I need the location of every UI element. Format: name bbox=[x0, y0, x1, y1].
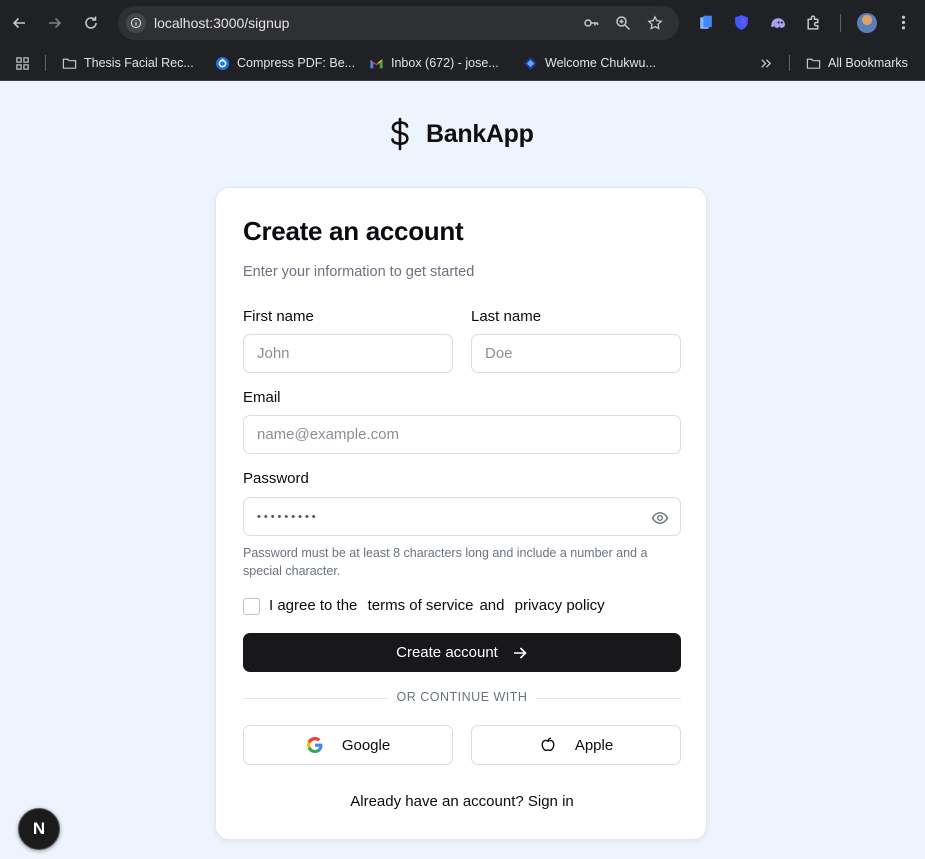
first-name-label: First name bbox=[243, 308, 314, 325]
last-name-label: Last name bbox=[471, 308, 542, 325]
bookmarks-bar: Thesis Facial Rec... Compress PDF: Be...… bbox=[0, 46, 925, 81]
signin-link[interactable]: Sign in bbox=[528, 793, 574, 810]
bookmark-item[interactable]: Inbox (672) - jose... bbox=[369, 54, 499, 72]
apple-icon bbox=[541, 737, 555, 752]
terms-link[interactable]: terms of service bbox=[368, 597, 474, 614]
apple-label: Apple bbox=[574, 736, 614, 754]
email-input[interactable] bbox=[243, 415, 681, 454]
shield-extension-icon[interactable] bbox=[731, 12, 751, 32]
card-subtitle: Enter your information to get started bbox=[243, 264, 475, 280]
ghost-extension-icon[interactable] bbox=[767, 12, 787, 32]
divider-line bbox=[536, 698, 681, 699]
bookmark-item[interactable]: Compress PDF: Be... bbox=[215, 54, 355, 72]
brand-name: BankApp bbox=[426, 119, 534, 148]
google-icon bbox=[306, 737, 323, 753]
site-info-icon[interactable] bbox=[126, 13, 146, 33]
url-text[interactable]: localhost:3000/signup bbox=[154, 15, 289, 31]
address-bar[interactable]: localhost:3000/signup bbox=[118, 6, 679, 40]
first-name-input[interactable] bbox=[243, 334, 453, 373]
zoom-icon[interactable] bbox=[614, 14, 632, 32]
bookmark-label: Inbox (672) - jose... bbox=[391, 56, 499, 70]
reload-icon bbox=[85, 16, 97, 29]
bookmarks-divider bbox=[45, 55, 46, 71]
signin-text: Already have an account? bbox=[350, 793, 524, 810]
bookmark-label: Compress PDF: Be... bbox=[237, 56, 356, 70]
email-label: Email bbox=[243, 389, 281, 406]
terms-checkbox[interactable] bbox=[243, 598, 260, 615]
password-label: Password bbox=[243, 470, 309, 487]
google-button[interactable]: Google bbox=[243, 725, 453, 765]
docs-extension-icon[interactable] bbox=[695, 12, 715, 32]
back-button[interactable] bbox=[5, 9, 33, 37]
compress-pdf-icon bbox=[215, 56, 230, 70]
dollar-icon bbox=[391, 117, 409, 151]
bookmarks-divider bbox=[789, 55, 790, 71]
bookmark-label: Welcome Chukwu... bbox=[545, 56, 656, 70]
create-account-button[interactable]: Create account bbox=[243, 633, 681, 672]
last-name-input[interactable] bbox=[471, 334, 681, 373]
terms-agreement: I agree to the terms of service and priva… bbox=[269, 597, 611, 614]
show-password-toggle[interactable] bbox=[650, 508, 670, 528]
folder-icon bbox=[62, 58, 77, 69]
arrow-right-icon bbox=[49, 17, 62, 29]
privacy-link[interactable]: privacy policy bbox=[515, 597, 605, 614]
apple-button[interactable]: Apple bbox=[471, 725, 681, 765]
create-account-label: Create account bbox=[396, 644, 498, 661]
key-icon[interactable] bbox=[582, 14, 600, 32]
extensions-puzzle-icon[interactable] bbox=[803, 12, 823, 32]
forward-button[interactable] bbox=[41, 9, 69, 37]
signup-card: Create an account Enter your information… bbox=[215, 187, 707, 840]
toolbar-divider bbox=[840, 14, 841, 32]
brand-header: BankApp bbox=[386, 117, 534, 151]
star-icon[interactable] bbox=[646, 14, 664, 32]
all-bookmarks-label: All Bookmarks bbox=[828, 56, 908, 70]
agree-and: and bbox=[479, 597, 505, 614]
google-label: Google bbox=[341, 736, 391, 754]
agree-prefix: I agree to the bbox=[269, 597, 358, 614]
all-bookmarks-button[interactable]: All Bookmarks bbox=[806, 54, 908, 72]
password-input[interactable] bbox=[243, 497, 681, 536]
apps-grid-icon[interactable] bbox=[15, 54, 30, 72]
divider-text: OR CONTINUE WITH bbox=[396, 690, 528, 704]
nextjs-dev-badge[interactable]: N bbox=[18, 808, 60, 850]
double-chevron-icon bbox=[761, 58, 772, 68]
signin-prompt: Already have an account? Sign in bbox=[216, 793, 708, 810]
menu-kebab-icon[interactable] bbox=[893, 12, 913, 32]
folder-icon bbox=[806, 58, 821, 69]
bookmark-label: Thesis Facial Rec... bbox=[84, 56, 194, 70]
reload-button[interactable] bbox=[77, 9, 105, 37]
diamond-icon bbox=[523, 56, 538, 70]
arrow-left-icon bbox=[12, 17, 25, 29]
bookmark-item[interactable]: Thesis Facial Rec... bbox=[62, 54, 194, 72]
more-bookmarks-button[interactable] bbox=[758, 54, 773, 72]
divider-line bbox=[243, 698, 388, 699]
profile-avatar[interactable] bbox=[857, 13, 877, 33]
arrow-right-icon bbox=[513, 646, 527, 659]
gmail-icon bbox=[370, 59, 383, 68]
card-title: Create an account bbox=[243, 216, 464, 246]
password-hint: Password must be at least 8 characters l… bbox=[243, 546, 648, 578]
browser-toolbar: localhost:3000/signup bbox=[0, 0, 925, 46]
bookmark-item[interactable]: Welcome Chukwu... bbox=[523, 54, 656, 72]
eye-icon bbox=[651, 512, 669, 524]
